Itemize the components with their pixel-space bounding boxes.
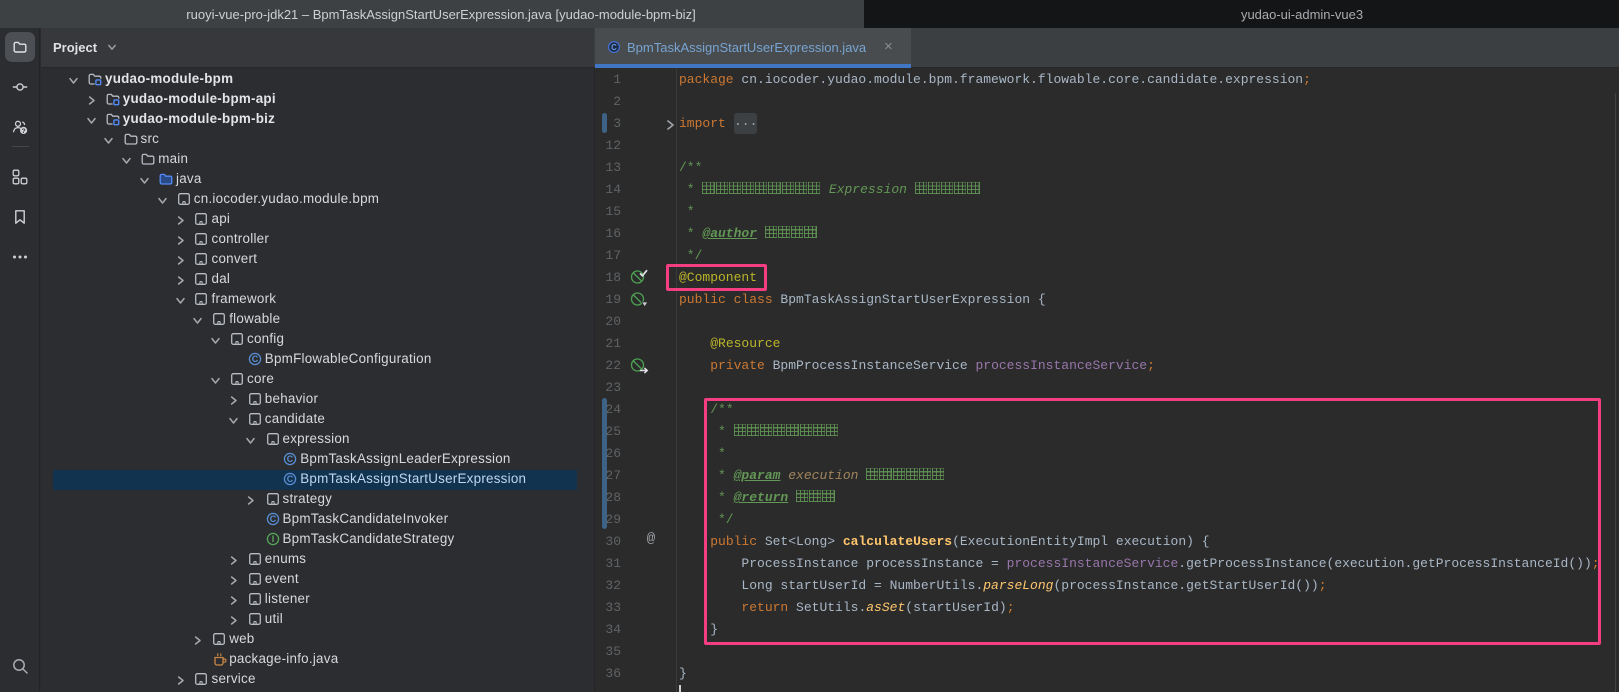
- svg-text:C: C: [252, 354, 259, 364]
- svg-text:?: ?: [22, 128, 26, 135]
- svg-text:C: C: [611, 43, 617, 52]
- svg-text:C: C: [287, 454, 294, 464]
- svg-text:I: I: [272, 534, 275, 544]
- svg-text:C: C: [270, 514, 277, 524]
- svg-text:C: C: [287, 474, 294, 484]
